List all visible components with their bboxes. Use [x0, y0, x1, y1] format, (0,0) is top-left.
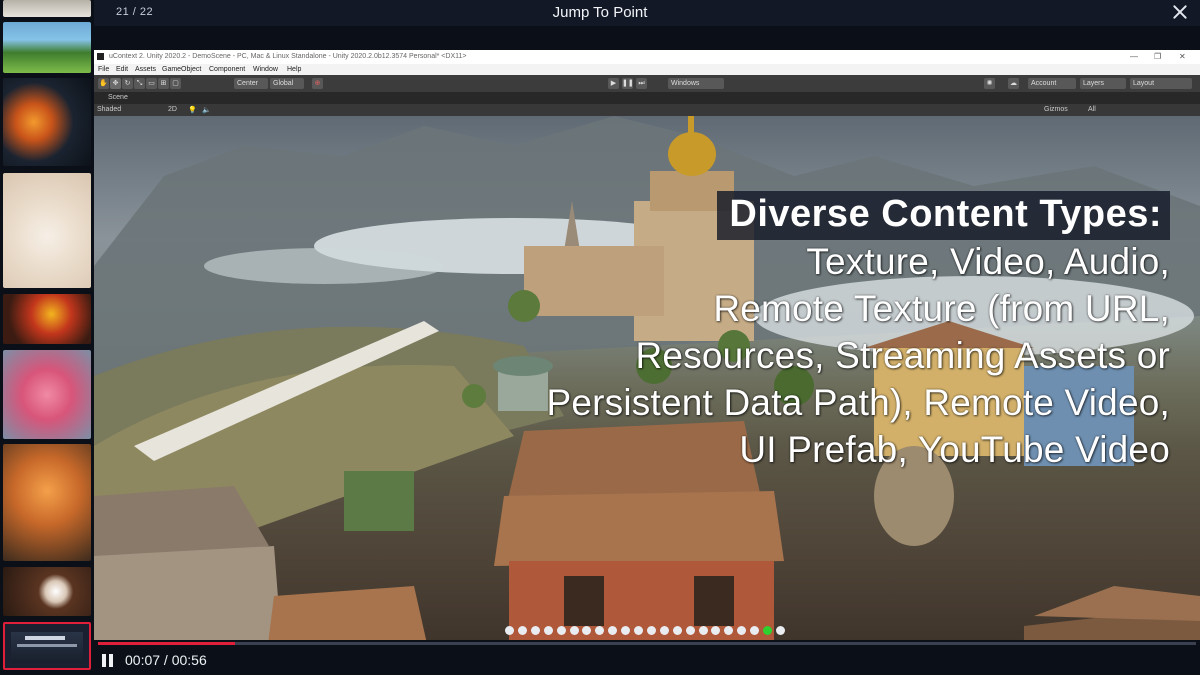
- menu-assets: Assets: [135, 66, 157, 73]
- pause-editor-icon: ❚❚: [622, 78, 634, 89]
- pagination-dot[interactable]: [530, 626, 540, 635]
- scene-viewport: Diverse Content Types: Texture, Video, A…: [94, 116, 1200, 675]
- viewer-header: 21 / 22 Jump To Point: [0, 0, 1200, 26]
- thumbnail-item[interactable]: [3, 567, 91, 616]
- menu-file: File: [98, 66, 110, 73]
- pagination-dot[interactable]: [569, 626, 579, 635]
- pagination-dot[interactable]: [634, 626, 643, 635]
- caption-line: Persistent Data Path), Remote Video,: [546, 382, 1170, 423]
- pagination-dot-active[interactable]: [763, 626, 772, 635]
- unity-logo-icon: [97, 53, 104, 60]
- rect-tool-icon: ▭: [146, 78, 157, 89]
- pagination-dot[interactable]: [672, 626, 682, 635]
- unity-title-bar: uContext 2. Unity 2020.2 - DemoScene - P…: [94, 50, 1200, 64]
- slide-caption: Diverse Content Types: Texture, Video, A…: [547, 191, 1171, 473]
- scene-search-input: All: [1088, 106, 1096, 113]
- progress-bar[interactable]: [98, 642, 1196, 645]
- thumbnail-strip: [0, 0, 94, 675]
- transform-tool-icon: ⊞: [158, 78, 169, 89]
- menu-window: Window: [253, 66, 278, 73]
- shading-mode-dropdown: Shaded: [97, 106, 122, 113]
- lighting-icon: 💡: [188, 107, 197, 114]
- pagination-dot[interactable]: [659, 626, 669, 635]
- maximize-icon: ❐: [1154, 52, 1162, 61]
- menu-edit: Edit: [116, 66, 129, 73]
- 2d-toggle: 2D: [168, 106, 177, 113]
- pagination-dot[interactable]: [685, 626, 695, 635]
- unity-menu-bar: File Edit Assets GameObject Component Wi…: [94, 64, 1200, 75]
- menu-gameobject: GameObject: [162, 66, 202, 73]
- playback-time: 00:07 / 00:56: [125, 652, 207, 668]
- thumbnail-item[interactable]: [3, 444, 91, 561]
- pause-icon[interactable]: [102, 654, 114, 667]
- window-close-icon: ✕: [1179, 52, 1186, 61]
- pagination-dot[interactable]: [505, 626, 514, 635]
- pagination-dot[interactable]: [698, 626, 708, 635]
- menu-component: Component: [209, 66, 246, 73]
- uc-tool-icon: ⊕: [312, 78, 323, 89]
- audio-icon: 🔈: [202, 107, 211, 114]
- gizmos-dropdown: Gizmos: [1044, 106, 1068, 113]
- rotate-tool-icon: ↻: [122, 78, 133, 89]
- caption-heading: Diverse Content Types:: [717, 191, 1170, 240]
- unity-toolbar: ✋ ✥ ↻ ⤡ ▭ ⊞ ▢ Center Global ⊕ ▶ ❚❚ ⏭ Win…: [94, 75, 1200, 92]
- thumbnail-item[interactable]: [3, 173, 91, 288]
- pagination-dot[interactable]: [517, 626, 527, 635]
- cloud-icon: ☁: [1008, 78, 1019, 89]
- menu-help: Help: [287, 66, 302, 73]
- unity-scene-toolbar: Shaded 2D 💡 🔈 Gizmos All: [94, 104, 1200, 116]
- unity-window-title: uContext 2. Unity 2020.2 - DemoScene - P…: [109, 53, 467, 60]
- thumbnail-item-active[interactable]: [3, 622, 91, 670]
- pagination-dot[interactable]: [775, 626, 785, 635]
- pagination-dot[interactable]: [646, 626, 656, 635]
- step-icon: ⏭: [636, 78, 647, 89]
- caption-line: UI Prefab, YouTube Video: [739, 429, 1170, 470]
- slide-image-unity-editor: uContext 2. Unity 2020.2 - DemoScene - P…: [94, 50, 1200, 675]
- minimize-icon: —: [1130, 52, 1138, 61]
- thumbnail-item[interactable]: [3, 294, 91, 344]
- unity-scene-tab: Scene: [94, 92, 1200, 104]
- progress-fill: [98, 642, 236, 645]
- thumbnail-item[interactable]: [3, 350, 91, 439]
- thumbnail-item[interactable]: [3, 0, 91, 17]
- thumbnail-preview: [11, 632, 83, 662]
- play-icon: ▶: [608, 78, 619, 89]
- platform-dropdown: Windows: [668, 78, 724, 89]
- hand-tool-icon: ✋: [98, 78, 109, 89]
- caption-line: Resources, Streaming Assets or: [635, 335, 1170, 376]
- scale-tool-icon: ⤡: [134, 78, 145, 89]
- custom-tool-icon: ▢: [170, 78, 181, 89]
- player-controls: 00:07 / 00:56: [94, 640, 1200, 675]
- caption-line: Remote Texture (from URL,: [713, 288, 1170, 329]
- caption-line: Texture, Video, Audio,: [806, 241, 1170, 282]
- close-icon[interactable]: [1170, 2, 1190, 22]
- thumbnail-item[interactable]: [3, 22, 91, 73]
- pivot-center-button: Center: [234, 78, 268, 89]
- caption-body: Texture, Video, Audio, Remote Texture (f…: [547, 238, 1171, 473]
- pivot-global-button: Global: [270, 78, 304, 89]
- move-tool-icon: ✥: [110, 78, 121, 89]
- settings-icon: ✺: [984, 78, 995, 89]
- thumbnail-item[interactable]: [3, 78, 91, 166]
- pagination-dot[interactable]: [556, 626, 566, 635]
- viewer-title: Jump To Point: [552, 4, 648, 21]
- account-dropdown: Account: [1028, 78, 1076, 89]
- layout-dropdown: Layout: [1130, 78, 1192, 89]
- layers-dropdown: Layers: [1080, 78, 1126, 89]
- pagination-dot[interactable]: [543, 626, 553, 635]
- scene-tab-label: Scene: [108, 94, 128, 101]
